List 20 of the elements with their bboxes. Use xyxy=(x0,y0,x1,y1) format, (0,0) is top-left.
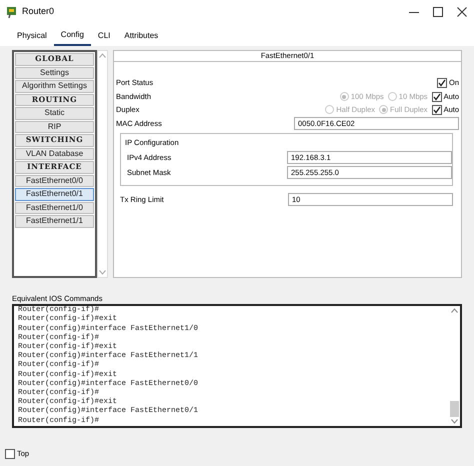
sidebar-item[interactable]: Algorithm Settings xyxy=(15,80,94,92)
maximize-icon[interactable] xyxy=(432,6,444,18)
sidebar-item[interactable]: FastEthernet0/1 xyxy=(15,188,94,200)
tab[interactable]: Attributes xyxy=(117,27,166,45)
sidebar-item[interactable]: Settings xyxy=(15,66,94,79)
scrollbar-thumb[interactable] xyxy=(450,401,459,418)
checkbox[interactable] xyxy=(436,78,447,88)
sidebar-item[interactable]: FastEthernet1/0 xyxy=(15,202,94,214)
sidebar-item[interactable]: FastEthernet0/0 xyxy=(15,174,94,187)
sidebar-item[interactable]: RIP xyxy=(15,120,94,133)
tab[interactable]: CLI xyxy=(90,27,118,45)
sidebar-item[interactable]: FastEthernet1/1 xyxy=(15,215,94,228)
scroll-down-icon[interactable] xyxy=(451,419,458,424)
window-title: Router0 xyxy=(22,5,54,18)
tab[interactable]: Physical xyxy=(10,27,54,45)
checkbox[interactable] xyxy=(5,449,15,459)
scroll-up-icon[interactable] xyxy=(451,308,458,314)
sidebar-item[interactable]: VLAN Database xyxy=(15,148,94,160)
close-icon[interactable] xyxy=(456,6,468,18)
sidebar-item[interactable]: Static xyxy=(15,107,94,120)
